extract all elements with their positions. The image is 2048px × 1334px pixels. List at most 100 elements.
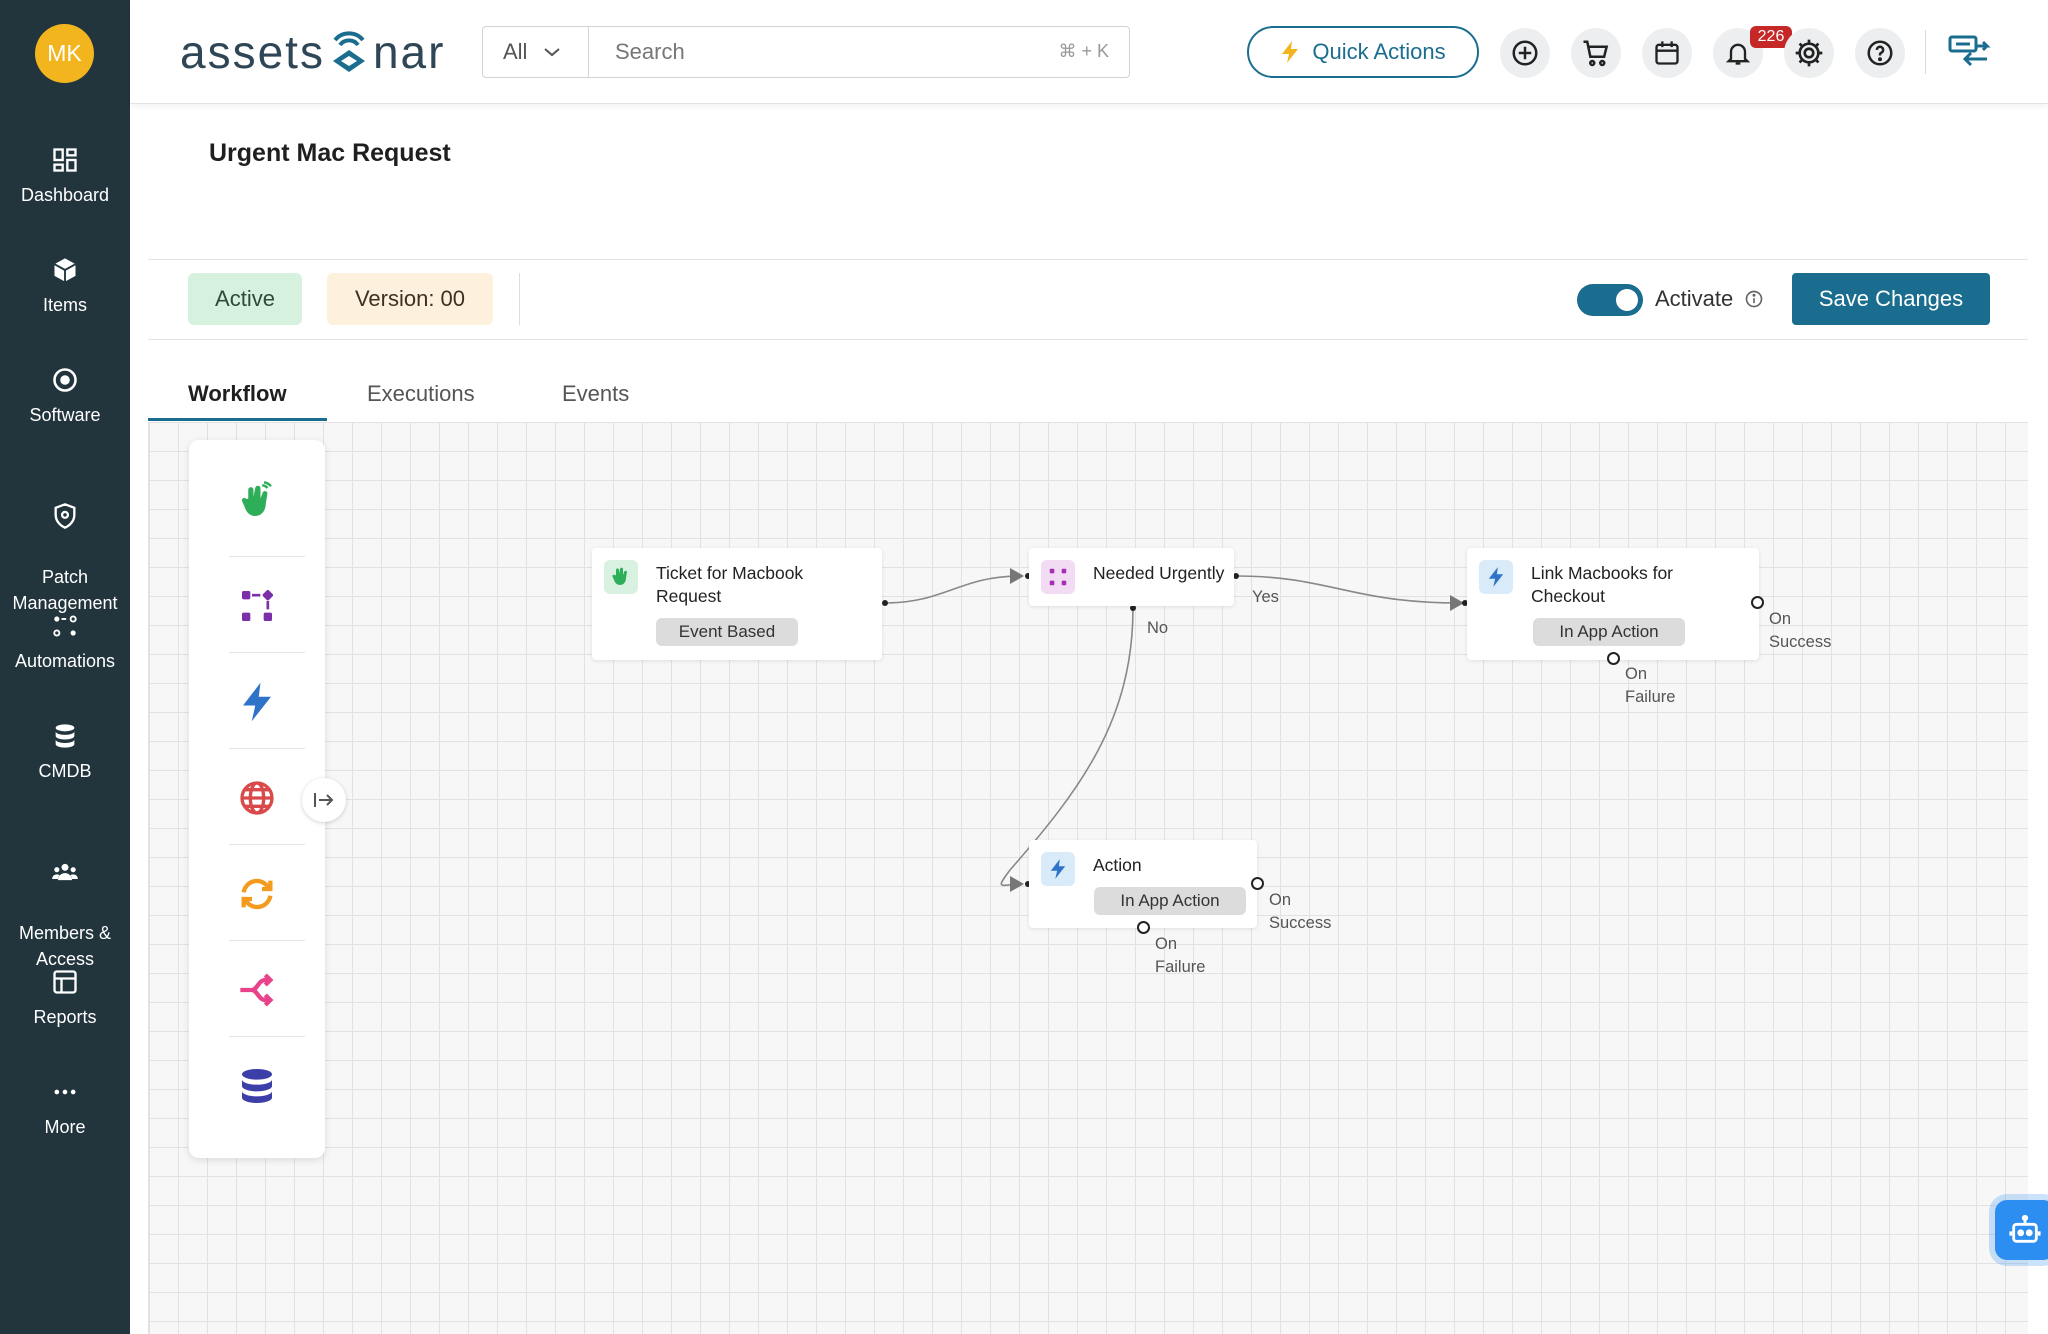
globe-icon	[240, 781, 274, 815]
sidebar-item-software[interactable]: Software	[0, 366, 130, 428]
info-icon[interactable]	[1744, 289, 1764, 309]
robot-icon	[2009, 1214, 2041, 1243]
divider	[229, 556, 305, 557]
node-type-tag: Event Based	[656, 618, 798, 646]
palette-split[interactable]	[189, 942, 325, 1038]
lightning-icon	[1488, 567, 1504, 587]
sidebar-item-label: Members & Access	[18, 923, 112, 969]
sidebar-item-automations[interactable]: Automations	[0, 612, 130, 674]
palette-loop[interactable]	[189, 846, 325, 942]
sidebar-item-label: Dashboard	[20, 185, 110, 205]
sidebar-item-label: Items	[42, 295, 87, 315]
user-avatar[interactable]: MK	[35, 24, 94, 83]
sidebar-item-more[interactable]: More	[0, 1078, 130, 1140]
logo-text-left: assets	[180, 26, 325, 78]
palette-database[interactable]	[189, 1038, 325, 1134]
reports-icon	[53, 970, 77, 994]
shield-icon	[54, 503, 76, 529]
logo-text-right: nar	[372, 26, 446, 78]
sidebar-item-label: Reports	[33, 1007, 97, 1027]
handle-label-on-success: On Success	[1269, 891, 1332, 932]
add-button[interactable]	[1500, 28, 1550, 78]
success-handle[interactable]	[1251, 877, 1264, 890]
assistant-bot-button[interactable]	[1995, 1200, 2048, 1260]
settings-button[interactable]	[1784, 28, 1834, 78]
sidebar-item-cmdb[interactable]: CMDB	[0, 722, 130, 784]
top-header: assets nar All ⌘ + K Quick Actions	[130, 0, 2048, 104]
sidebar-item-members-access[interactable]: Members & Access	[0, 832, 130, 972]
search-bar: All ⌘ + K	[482, 26, 1130, 78]
page-title: Urgent Mac Request	[209, 139, 451, 167]
divider	[148, 339, 2028, 340]
switch-workspace-button[interactable]	[1945, 30, 1993, 74]
plus-circle-icon	[1512, 40, 1538, 66]
search-input[interactable]	[589, 27, 1129, 77]
node-title: Ticket for Macbook Request	[656, 563, 804, 606]
activate-toggle[interactable]	[1577, 284, 1643, 316]
search-shortcut-hint: ⌘ + K	[1058, 41, 1109, 61]
sidebar-item-dashboard[interactable]: Dashboard	[0, 146, 130, 208]
tab-workflow[interactable]: Workflow	[188, 381, 287, 407]
dashboard-icon	[53, 148, 77, 172]
lightning-icon	[1050, 859, 1066, 879]
condition-icon	[1049, 568, 1067, 586]
logo-sonar-icon	[327, 26, 371, 78]
edge-label-yes: Yes	[1252, 588, 1279, 606]
palette-trigger[interactable]	[189, 454, 325, 550]
workflow-node-ticket[interactable]: Ticket for Macbook Request Event Based	[592, 548, 882, 660]
more-icon	[54, 1089, 76, 1095]
save-changes-button[interactable]: Save Changes	[1792, 273, 1990, 325]
sidebar-item-label: More	[44, 1117, 86, 1137]
workflow-node-condition[interactable]: Needed Urgently	[1029, 548, 1234, 606]
success-handle[interactable]	[1751, 596, 1764, 609]
failure-handle[interactable]	[1607, 652, 1620, 665]
calendar-button[interactable]	[1642, 28, 1692, 78]
palette-condition[interactable]	[189, 558, 325, 654]
workflow-node-action[interactable]: Action In App Action	[1029, 840, 1257, 928]
action-node-icon	[1041, 852, 1075, 886]
sidebar-item-items[interactable]: Items	[0, 256, 130, 318]
tab-executions[interactable]: Executions	[367, 381, 475, 407]
handle-label-on-failure: On Failure	[1625, 665, 1676, 706]
cart-icon	[1583, 40, 1609, 67]
divider	[229, 844, 305, 845]
handle-label-on-success: On Success	[1769, 610, 1832, 651]
app-logo[interactable]: assets nar	[180, 22, 445, 82]
divider	[229, 1036, 305, 1037]
switch-icon	[1948, 35, 1991, 67]
box-icon	[54, 258, 76, 282]
failure-handle[interactable]	[1137, 921, 1150, 934]
node-type-tag: In App Action	[1533, 618, 1685, 646]
cart-button[interactable]	[1571, 28, 1621, 78]
tab-events[interactable]: Events	[562, 381, 629, 407]
arrow-right-bar-icon	[314, 793, 334, 807]
divider	[229, 748, 305, 749]
sidebar-item-patch-management[interactable]: Patch Management	[0, 476, 130, 616]
search-scope-dropdown[interactable]: All	[483, 27, 589, 77]
sidebar-item-reports[interactable]: Reports	[0, 968, 130, 1030]
help-button[interactable]	[1855, 28, 1905, 78]
activate-label: Activate	[1655, 286, 1734, 311]
disc-icon	[53, 368, 77, 392]
action-node-icon	[1479, 560, 1513, 594]
workflow-node-link-macbooks[interactable]: Link Macbooks for Checkout In App Action	[1467, 548, 1759, 660]
chevron-down-icon	[544, 48, 561, 57]
header-divider	[1925, 30, 1926, 74]
lightning-icon	[243, 682, 271, 722]
members-icon	[52, 863, 78, 881]
active-tab-indicator	[148, 418, 327, 421]
node-title: Needed Urgently	[1093, 563, 1225, 583]
condition-icon	[242, 589, 274, 621]
refresh-icon	[241, 878, 273, 910]
expand-palette-button[interactable]	[302, 778, 346, 822]
sidebar-item-label: CMDB	[38, 761, 92, 781]
condition-node-icon	[1041, 560, 1075, 594]
trigger-hand-icon	[612, 567, 627, 585]
quick-actions-button[interactable]: Quick Actions	[1247, 26, 1479, 78]
quick-actions-label: Quick Actions	[1312, 39, 1446, 64]
version-badge: Version: 00	[327, 273, 493, 325]
lightning-icon	[1282, 41, 1299, 63]
trigger-node-icon	[604, 560, 638, 594]
divider	[229, 940, 305, 941]
palette-action[interactable]	[189, 654, 325, 750]
